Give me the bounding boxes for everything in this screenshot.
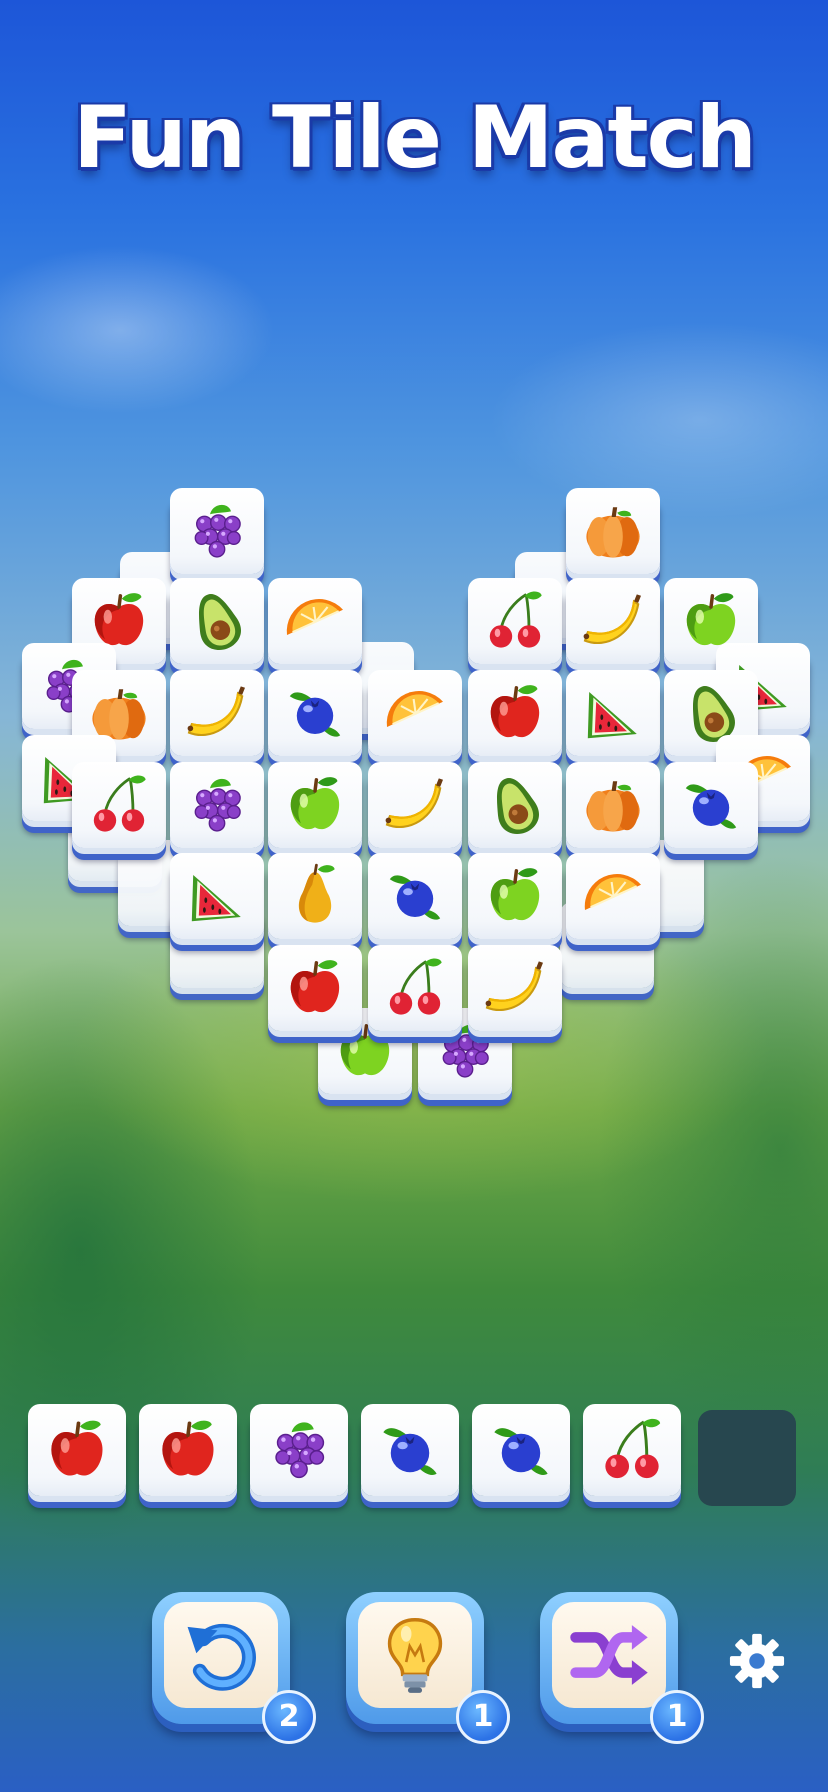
cherry-icon [389,958,442,1015]
pear-icon [298,863,335,923]
banana-icon [485,961,543,1012]
tray-slot [472,1404,570,1496]
shuffle-count-badge: 1 [650,1690,704,1744]
fruit-tile-blueberry[interactable] [268,670,362,756]
fruit-tile-watermelon[interactable] [170,853,264,939]
orange-icon [386,691,443,727]
banana-icon [385,778,443,829]
fruit-tile-blueberry[interactable] [368,853,462,939]
fruit-tile-grapes[interactable] [170,488,264,574]
gear-icon [729,1633,785,1689]
tray-slot [583,1404,681,1496]
fruit-tile-orange[interactable] [268,578,362,664]
fruit-tile-pear[interactable] [268,853,362,939]
lightbulb-icon [358,1602,472,1708]
blueberry-icon [383,1428,437,1476]
cherry-icon [93,775,146,832]
fruit-tile-banana[interactable] [368,762,462,848]
apple-icon [162,1420,214,1476]
fruit-tile-cherry[interactable] [468,578,562,664]
fruit-tile-green-apple[interactable] [468,853,562,939]
fruit-tile-banana[interactable] [170,670,264,756]
green-apple-icon [290,777,340,830]
apple-icon [290,960,340,1013]
fruit-tile-grapes[interactable] [170,762,264,848]
cherry-icon [605,1418,661,1479]
pumpkin-icon [586,507,640,558]
grapes-icon [194,778,241,832]
apple-icon [51,1420,103,1476]
undo-button[interactable]: 2 [152,1592,316,1744]
green-apple-icon [490,868,540,921]
pumpkin-icon [586,781,640,832]
fruit-tile-pumpkin[interactable] [566,488,660,574]
tray-slot [139,1404,237,1496]
apple-icon [490,685,540,738]
fruit-tile-green-apple[interactable] [268,762,362,848]
tray-slot [28,1404,126,1496]
fruit-tile-watermelon[interactable] [566,670,660,756]
fruit-tile-pumpkin[interactable] [566,762,660,848]
blueberry-icon [494,1428,548,1476]
cherry-icon [489,591,542,648]
fruit-tile-cherry[interactable] [368,945,462,1031]
blueberry-icon [685,784,737,829]
watermelon-icon [191,875,241,922]
tile-tray [28,1404,800,1514]
shuffle-icon [552,1602,666,1708]
fruit-tile-apple[interactable] [468,670,562,756]
fruit-tile-banana[interactable] [566,578,660,664]
avocado-icon [199,594,241,651]
banana-icon [583,594,641,645]
fruit-tile-orange[interactable] [566,853,660,939]
fruit-tile-blueberry[interactable] [664,762,758,848]
orange-icon [286,599,343,635]
undo-count-badge: 2 [262,1690,316,1744]
orange-icon [584,874,641,910]
hint-count-badge: 1 [456,1690,510,1744]
undo-arrow-icon [164,1602,278,1708]
shuffle-button[interactable]: 1 [540,1592,704,1744]
fruit-tile-orange[interactable] [368,670,462,756]
tray-slot [250,1404,348,1496]
grapes-icon [194,504,241,558]
banana-icon [187,686,245,737]
settings-button[interactable] [728,1632,786,1690]
hint-button[interactable]: 1 [346,1592,510,1744]
fruit-tile-apple[interactable] [268,945,362,1031]
fruit-tile-avocado[interactable] [468,762,562,848]
tray-slot [361,1404,459,1496]
blueberry-icon [389,875,441,920]
avocado-icon [497,778,539,835]
blueberry-icon [289,692,341,737]
fruit-tile-cherry[interactable] [72,762,166,848]
watermelon-icon [587,692,637,739]
fruit-tile-banana[interactable] [468,945,562,1031]
tile-board [0,0,828,1150]
grapes-icon [275,1422,325,1479]
tray-slot-empty [698,1410,796,1506]
fruit-tile-avocado[interactable] [170,578,264,664]
